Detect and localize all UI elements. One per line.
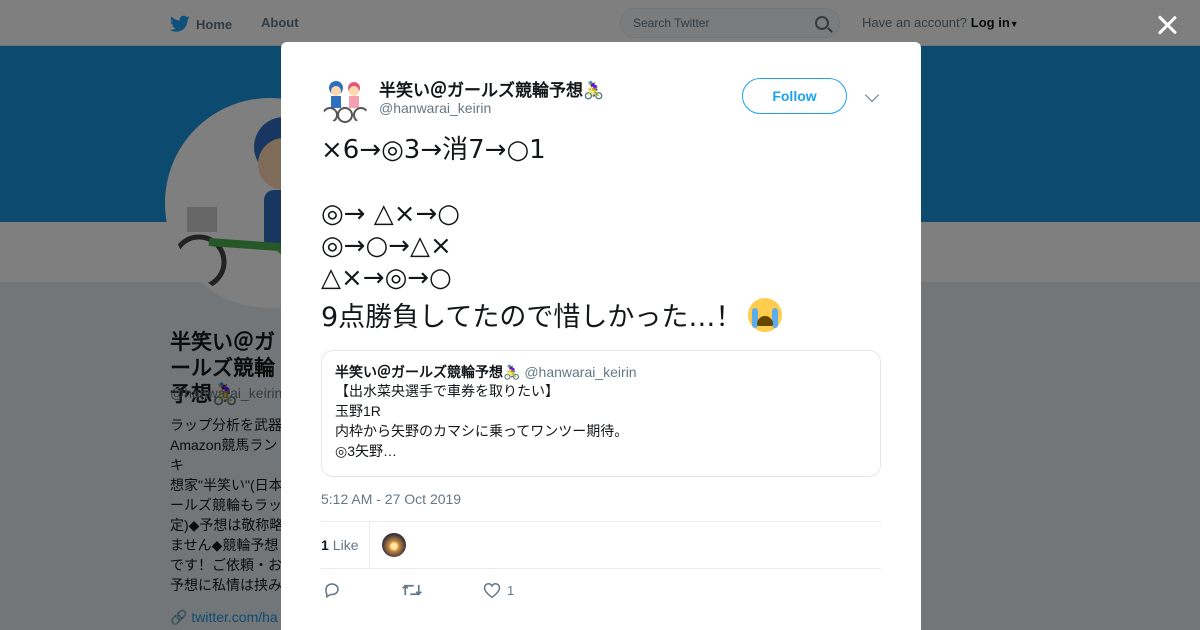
tweet-actions: 1 [321, 578, 881, 602]
tweet-modal: 半笑い＠ガールズ競輪予想🚴‍♀️ @hanwarai_keirin Follow… [281, 42, 921, 630]
loudly-crying-face-icon [748, 298, 783, 332]
tweet-stats: 1 Like [321, 521, 881, 569]
like-button[interactable]: 1 [483, 580, 514, 600]
tweet-line-last: 9点勝負してたので惜しかった…！ [321, 294, 881, 333]
tweet-line [321, 166, 881, 198]
tweet-line: ◎→ △×→○ [321, 199, 460, 229]
quoted-author-handle: @hanwarai_keirin [524, 364, 637, 380]
stats-divider [369, 522, 370, 569]
tweet-timestamp[interactable]: 5:12 AM - 27 Oct 2019 [321, 491, 461, 507]
quoted-author-name: 半笑い＠ガールズ競輪予想🚴‍♀️ [335, 364, 521, 380]
heart-icon [483, 582, 501, 598]
quoted-line: 内枠から矢野のカマシに乗ってワンツー期待。 [335, 423, 629, 439]
tweet-line: ×6→◎3→消7→○1 [321, 135, 546, 165]
likes-number: 1 [321, 537, 329, 553]
retweet-button[interactable] [401, 580, 423, 600]
likes-count[interactable]: 1 Like [321, 537, 358, 553]
close-icon[interactable] [1156, 14, 1178, 36]
quoted-line: ◎3矢野… [335, 443, 398, 459]
liker-avatar[interactable] [382, 533, 406, 557]
likes-label: Like [332, 537, 359, 553]
retweet-icon [402, 584, 422, 596]
tweet-line: △×→◎→○ [321, 263, 452, 293]
chevron-down-icon[interactable] [864, 87, 880, 103]
quoted-tweet[interactable]: 半笑い＠ガールズ競輪予想🚴‍♀️ @hanwarai_keirin 【出水菜央選… [321, 350, 881, 477]
tweet-line: ◎→○→△× [321, 231, 452, 261]
tweet-author-name[interactable]: 半笑い＠ガールズ競輪予想🚴‍♀️ [379, 76, 604, 101]
quoted-line: 玉野1R [335, 403, 381, 419]
follow-button[interactable]: Follow [742, 78, 847, 114]
author-avatar[interactable] [321, 76, 369, 124]
cyclists-avatar-icon [321, 76, 369, 124]
quoted-tweet-header: 半笑い＠ガールズ競輪予想🚴‍♀️ @hanwarai_keirin [335, 363, 867, 381]
reply-icon [325, 583, 339, 599]
tweet-text: ×6→◎3→消7→○1 ◎→ △×→○ ◎→○→△× △×→◎→○ 9点勝負して… [321, 134, 881, 333]
quoted-line: 【出水菜央選手で車券を取りたい】 [335, 383, 559, 399]
tweet-author-handle[interactable]: @hanwarai_keirin [379, 100, 491, 116]
tweet-line: 9点勝負してたので惜しかった…！ [321, 302, 743, 333]
reply-button[interactable] [323, 580, 341, 600]
like-action-count: 1 [507, 582, 515, 598]
